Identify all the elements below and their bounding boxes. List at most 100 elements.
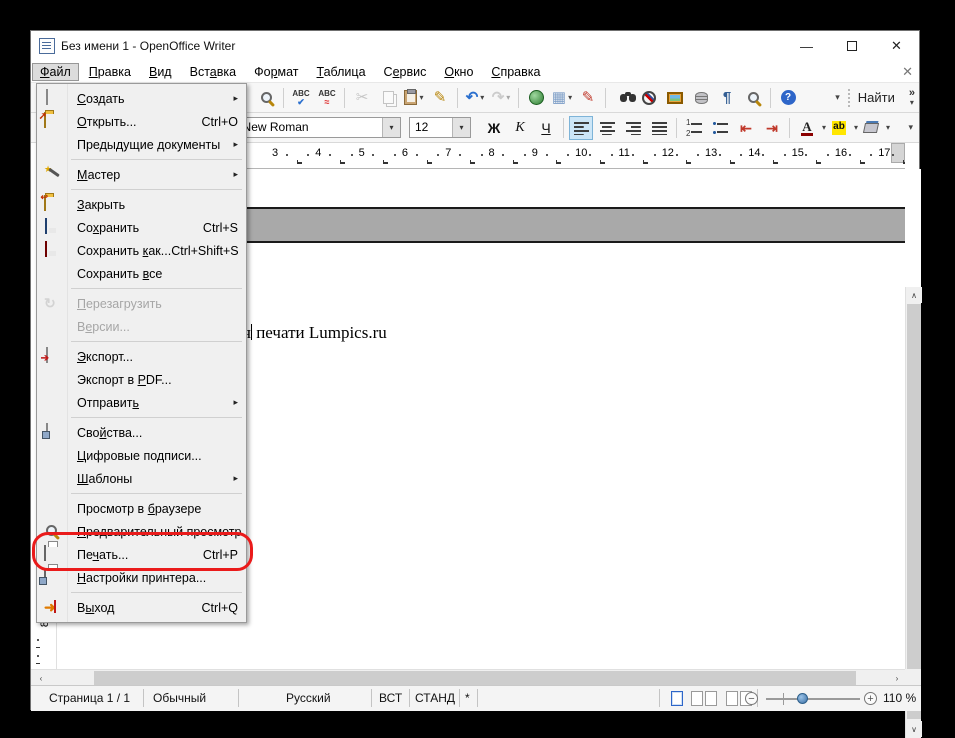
redo-button[interactable]: ↷▾ xyxy=(489,86,513,110)
toolbar-overflow-button[interactable]: ▾ xyxy=(908,122,913,133)
scroll-left-icon[interactable]: ‹ xyxy=(33,670,49,686)
multi-page-view-icon[interactable] xyxy=(691,691,703,706)
table-button[interactable]: ▦▾ xyxy=(550,86,574,110)
autospellcheck-button[interactable]: ABC≈ xyxy=(315,86,339,110)
align-left-button[interactable] xyxy=(569,116,593,140)
menu-item-save[interactable]: СохранитьCtrl+S xyxy=(37,216,246,239)
find-replace-button[interactable] xyxy=(611,86,635,110)
navigator-button[interactable] xyxy=(637,86,661,110)
menu-item-new[interactable]: Создать▸ xyxy=(37,87,246,110)
menubar-item-tools[interactable]: Сервис xyxy=(376,63,435,81)
background-color-button[interactable] xyxy=(859,116,883,140)
menu-item-properties[interactable]: Свойства... xyxy=(37,421,246,444)
menu-item-digital-signatures[interactable]: Цифровые подписи... xyxy=(37,444,246,467)
status-insert-mode[interactable]: ВСТ xyxy=(379,691,402,705)
underline-button[interactable]: Ч xyxy=(534,116,558,140)
chevron-down-icon[interactable]: ▾ xyxy=(452,118,470,137)
print-preview-button[interactable] xyxy=(254,86,278,110)
menu-item-print-preview[interactable]: Предварительный просмотр xyxy=(37,520,246,543)
font-size-combo[interactable]: 12 ▾ xyxy=(409,117,471,138)
menubar-item-edit[interactable]: Правка xyxy=(81,63,139,81)
toolbar-grip[interactable] xyxy=(848,89,850,107)
chevron-down-icon[interactable]: ▾ xyxy=(480,93,484,102)
menu-item-versions[interactable]: Версии... xyxy=(37,315,246,338)
data-sources-button[interactable] xyxy=(689,86,713,110)
menu-item-web-preview[interactable]: Просмотр в браузере xyxy=(37,497,246,520)
scroll-up-icon[interactable]: ∧ xyxy=(906,287,922,303)
format-paintbrush-button[interactable]: ✎ xyxy=(428,86,452,110)
justify-button[interactable] xyxy=(647,116,671,140)
help-button[interactable]: ? xyxy=(776,86,800,110)
menubar-item-table[interactable]: Таблица xyxy=(309,63,374,81)
menu-item-open[interactable]: ➚Открыть...Ctrl+O xyxy=(37,110,246,133)
align-center-button[interactable] xyxy=(595,116,619,140)
spellcheck-button[interactable]: ABC✔ xyxy=(289,86,313,110)
menubar-item-view[interactable]: Вид xyxy=(141,63,180,81)
status-page-style[interactable]: Обычный xyxy=(153,691,206,705)
status-language[interactable]: Русский xyxy=(286,691,331,705)
chevron-down-icon[interactable]: ▾ xyxy=(886,123,890,132)
horizontal-scroll-thumb[interactable] xyxy=(94,671,856,685)
copy-button[interactable] xyxy=(376,86,400,110)
horizontal-scrollbar[interactable]: ‹ › xyxy=(31,669,921,685)
chevron-down-icon[interactable]: ▾ xyxy=(822,123,826,132)
menubar-item-format[interactable]: Формат xyxy=(246,63,306,81)
status-zoom-value[interactable]: 110 % xyxy=(883,691,916,705)
menu-item-save-all[interactable]: Сохранить все xyxy=(37,262,246,285)
formatting-marks-button[interactable]: ¶ xyxy=(715,86,739,110)
zoom-slider-thumb[interactable] xyxy=(797,693,808,704)
menubar-item-help[interactable]: Справка xyxy=(483,63,548,81)
chevron-down-icon[interactable]: ▾ xyxy=(568,93,572,102)
italic-button[interactable]: К xyxy=(508,116,532,140)
chevron-down-icon[interactable]: ▾ xyxy=(419,93,423,102)
numbered-list-button[interactable] xyxy=(682,116,706,140)
scroll-right-icon[interactable]: › xyxy=(889,670,905,686)
cut-button[interactable]: ✂ xyxy=(350,86,374,110)
single-page-view-icon[interactable] xyxy=(671,691,683,706)
find-toolbar-more[interactable]: »▾ xyxy=(909,88,915,108)
menu-item-send[interactable]: Отправить▸ xyxy=(37,391,246,414)
zoom-out-icon[interactable]: − xyxy=(745,692,758,705)
menu-item-print[interactable]: Печать...Ctrl+P xyxy=(37,543,246,566)
menu-item-reload[interactable]: ↻Перезагрузить xyxy=(37,292,246,315)
undo-button[interactable]: ↶▾ xyxy=(463,86,487,110)
book-view-icon[interactable] xyxy=(726,691,738,706)
chevron-down-icon[interactable]: ▾ xyxy=(506,93,510,102)
bullet-list-button[interactable] xyxy=(708,116,732,140)
minimize-button[interactable]: — xyxy=(784,31,829,61)
menubar-item-file[interactable]: Файл xyxy=(32,63,79,81)
zoom-button[interactable] xyxy=(741,86,765,110)
close-document-icon[interactable]: ✕ xyxy=(902,64,913,80)
chevron-down-icon[interactable]: ▾ xyxy=(854,123,858,132)
zoom-in-icon[interactable]: + xyxy=(864,692,877,705)
menu-item-printer-settings[interactable]: Настройки принтера... xyxy=(37,566,246,589)
paste-button[interactable]: ▾ xyxy=(402,86,426,110)
maximize-button[interactable] xyxy=(829,31,874,61)
highlighting-button[interactable]: ab xyxy=(827,116,851,140)
increase-indent-button[interactable]: ⇥ xyxy=(760,116,784,140)
zoom-slider-track[interactable] xyxy=(766,698,860,700)
menu-item-close[interactable]: Закрыть xyxy=(37,193,246,216)
scroll-down-icon[interactable]: ∨ xyxy=(906,721,922,737)
menu-item-save-as[interactable]: Сохранить как...Ctrl+Shift+S xyxy=(37,239,246,262)
font-color-button[interactable]: A xyxy=(795,116,819,140)
decrease-indent-button[interactable]: ⇤ xyxy=(734,116,758,140)
close-button[interactable]: ✕ xyxy=(874,31,919,61)
menu-item-wizard[interactable]: Мастер▸ xyxy=(37,163,246,186)
bold-button[interactable]: Ж xyxy=(482,116,506,140)
menu-item-exit[interactable]: ➜ВыходCtrl+Q xyxy=(37,596,246,619)
menubar-item-insert[interactable]: Вставка xyxy=(182,63,244,81)
menu-item-export[interactable]: Экспорт... xyxy=(37,345,246,368)
align-right-button[interactable] xyxy=(621,116,645,140)
status-page-number[interactable]: Страница 1 / 1 xyxy=(49,691,130,705)
menu-item-export-pdf[interactable]: Экспорт в PDF... xyxy=(37,368,246,391)
chevron-down-icon[interactable]: ▾ xyxy=(382,118,400,137)
status-selection-mode[interactable]: СТАНД xyxy=(415,691,455,705)
menubar-item-window[interactable]: Окно xyxy=(436,63,481,81)
menu-item-templates[interactable]: Шаблоны▸ xyxy=(37,467,246,490)
menu-item-recent-documents[interactable]: Предыдущие документы▸ xyxy=(37,133,246,156)
vertical-scroll-thumb[interactable] xyxy=(907,304,921,719)
draw-functions-button[interactable]: ✎ xyxy=(576,86,600,110)
gallery-button[interactable] xyxy=(663,86,687,110)
hyperlink-button[interactable] xyxy=(524,86,548,110)
